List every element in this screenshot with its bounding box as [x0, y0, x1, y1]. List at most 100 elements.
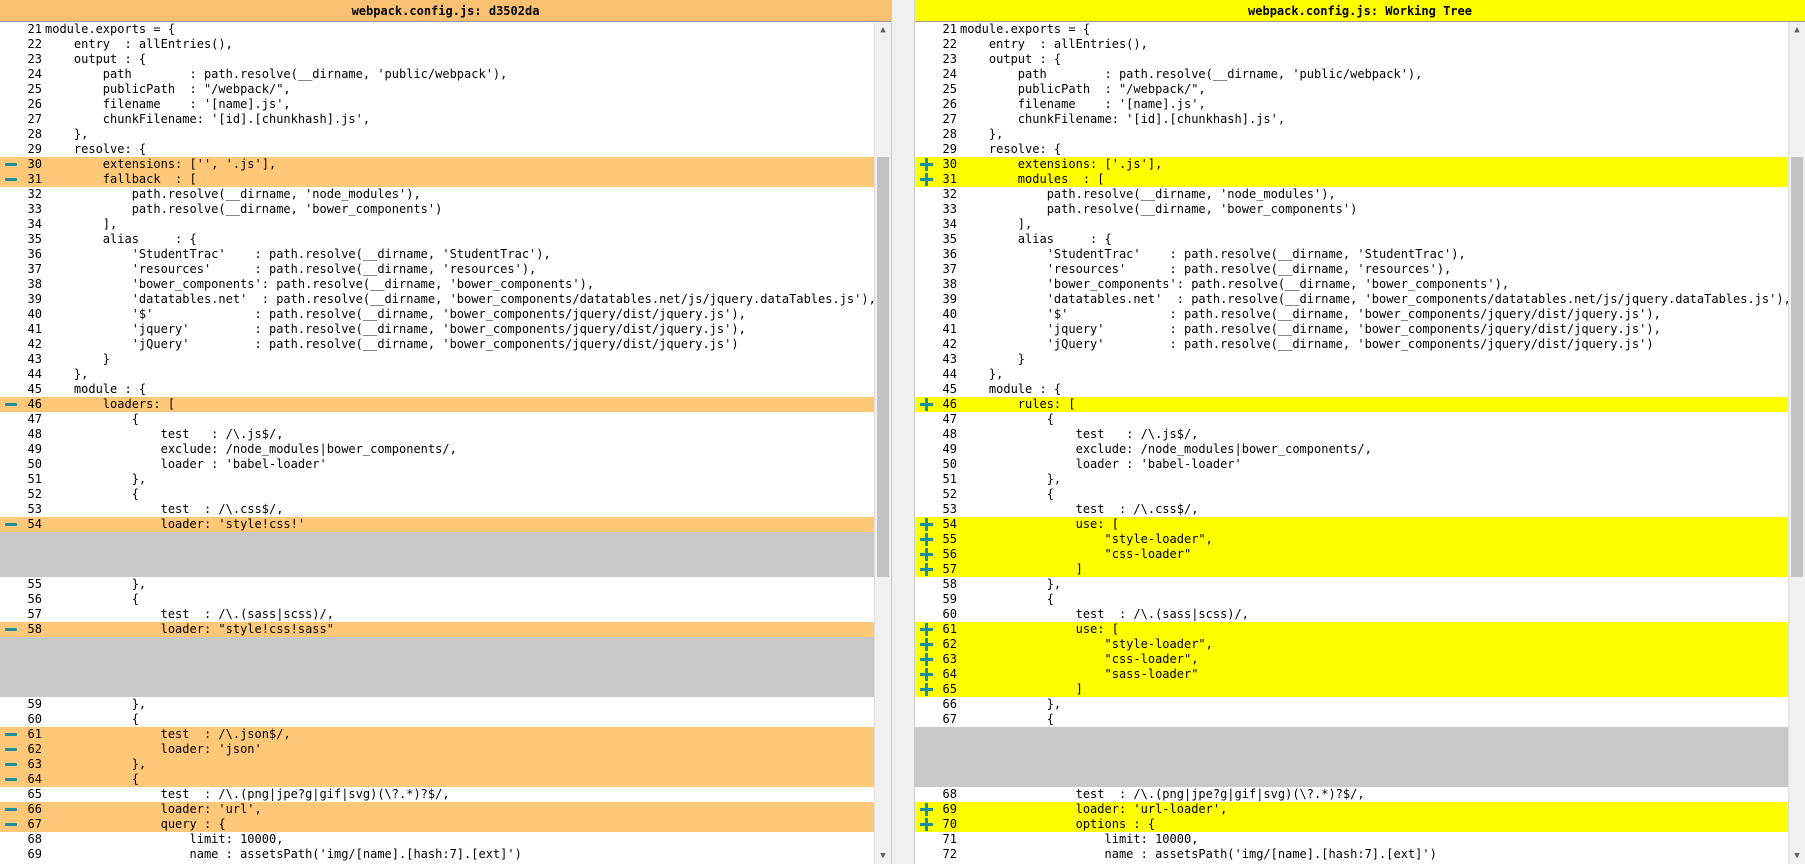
- scroll-down-arrow-icon[interactable]: ▼: [875, 848, 891, 864]
- code-line[interactable]: 26 filename : '[name].js',: [915, 97, 1805, 112]
- diff-filler-row[interactable]: [0, 682, 891, 697]
- diff-filler-row[interactable]: [915, 727, 1805, 742]
- code-line[interactable]: 46 loaders: [: [0, 397, 891, 412]
- code-line[interactable]: 55 "style-loader",: [915, 532, 1805, 547]
- code-line[interactable]: 28 },: [0, 127, 891, 142]
- code-line[interactable]: 63 },: [0, 757, 891, 772]
- code-line[interactable]: 65 ]: [915, 682, 1805, 697]
- diff-filler-row[interactable]: [0, 547, 891, 562]
- code-line[interactable]: 67 {: [915, 712, 1805, 727]
- diff-filler-row[interactable]: [0, 532, 891, 547]
- code-line[interactable]: 62 "style-loader",: [915, 637, 1805, 652]
- code-line[interactable]: 28 },: [915, 127, 1805, 142]
- code-line[interactable]: 21 module.exports = {: [915, 22, 1805, 37]
- code-line[interactable]: 56 "css-loader": [915, 547, 1805, 562]
- code-line[interactable]: 42 'jQuery' : path.resolve(__dirname, 'b…: [915, 337, 1805, 352]
- code-line[interactable]: 68 limit: 10000,: [0, 832, 891, 847]
- code-line[interactable]: 58 },: [915, 577, 1805, 592]
- code-line[interactable]: 27 chunkFilename: '[id].[chunkhash].js',: [915, 112, 1805, 127]
- code-line[interactable]: 23 output : {: [0, 52, 891, 67]
- scroll-up-arrow-icon[interactable]: ▲: [875, 22, 891, 38]
- code-line[interactable]: 45 module : {: [0, 382, 891, 397]
- code-line[interactable]: 29 resolve: {: [915, 142, 1805, 157]
- left-scrollbar-thumb[interactable]: [877, 157, 889, 577]
- code-line[interactable]: 53 test : /\.css$/,: [0, 502, 891, 517]
- code-line[interactable]: 57 ]: [915, 562, 1805, 577]
- code-line[interactable]: 61 test : /\.json$/,: [0, 727, 891, 742]
- code-line[interactable]: 53 test : /\.css$/,: [915, 502, 1805, 517]
- code-line[interactable]: 22 entry : allEntries(),: [915, 37, 1805, 52]
- code-line[interactable]: 26 filename : '[name].js',: [0, 97, 891, 112]
- code-line[interactable]: 36 'StudentTrac' : path.resolve(__dirnam…: [915, 247, 1805, 262]
- code-line[interactable]: 30 extensions: ['', '.js'],: [0, 157, 891, 172]
- code-line[interactable]: 25 publicPath : "/webpack/",: [915, 82, 1805, 97]
- code-line[interactable]: 66 loader: 'url',: [0, 802, 891, 817]
- code-line[interactable]: 21 module.exports = {: [0, 22, 891, 37]
- code-line[interactable]: 61 use: [: [915, 622, 1805, 637]
- code-line[interactable]: 31 modules : [: [915, 172, 1805, 187]
- diff-filler-row[interactable]: [915, 757, 1805, 772]
- code-line[interactable]: 69 loader: 'url-loader',: [915, 802, 1805, 817]
- code-line[interactable]: 24 path : path.resolve(__dirname, 'publi…: [0, 67, 891, 82]
- code-line[interactable]: 43 }: [915, 352, 1805, 367]
- code-line[interactable]: 33 path.resolve(__dirname, 'bower_compon…: [0, 202, 891, 217]
- code-line[interactable]: 43 }: [0, 352, 891, 367]
- code-line[interactable]: 63 "css-loader",: [915, 652, 1805, 667]
- code-line[interactable]: 29 resolve: {: [0, 142, 891, 157]
- code-line[interactable]: 62 loader: 'json': [0, 742, 891, 757]
- diff-filler-row[interactable]: [0, 562, 891, 577]
- code-line[interactable]: 38 'bower_components': path.resolve(__di…: [915, 277, 1805, 292]
- code-line[interactable]: 23 output : {: [915, 52, 1805, 67]
- code-line[interactable]: 36 'StudentTrac' : path.resolve(__dirnam…: [0, 247, 891, 262]
- code-line[interactable]: 60 {: [0, 712, 891, 727]
- code-line[interactable]: 25 publicPath : "/webpack/",: [0, 82, 891, 97]
- code-line[interactable]: 70 options : {: [915, 817, 1805, 832]
- code-line[interactable]: 22 entry : allEntries(),: [0, 37, 891, 52]
- left-diff-pane[interactable]: webpack.config.js: d3502da 21 module.expo…: [0, 0, 891, 864]
- code-line[interactable]: 31 fallback : [: [0, 172, 891, 187]
- scroll-up-arrow-icon[interactable]: ▲: [1789, 22, 1805, 38]
- code-line[interactable]: 34 ],: [915, 217, 1805, 232]
- code-line[interactable]: 57 test : /\.(sass|scss)/,: [0, 607, 891, 622]
- code-line[interactable]: 71 limit: 10000,: [915, 832, 1805, 847]
- code-line[interactable]: 41 'jquery' : path.resolve(__dirname, 'b…: [915, 322, 1805, 337]
- code-line[interactable]: 40 '$' : path.resolve(__dirname, 'bower_…: [0, 307, 891, 322]
- code-line[interactable]: 30 extensions: ['.js'],: [915, 157, 1805, 172]
- code-line[interactable]: 54 use: [: [915, 517, 1805, 532]
- code-line[interactable]: 35 alias : {: [915, 232, 1805, 247]
- code-line[interactable]: 45 module : {: [915, 382, 1805, 397]
- code-line[interactable]: 48 test : /\.js$/,: [915, 427, 1805, 442]
- code-line[interactable]: 50 loader : 'babel-loader': [0, 457, 891, 472]
- code-line[interactable]: 39 'datatables.net' : path.resolve(__dir…: [0, 292, 891, 307]
- diff-filler-row[interactable]: [0, 652, 891, 667]
- diff-filler-row[interactable]: [915, 742, 1805, 757]
- code-line[interactable]: 47 {: [0, 412, 891, 427]
- code-line[interactable]: 47 {: [915, 412, 1805, 427]
- code-line[interactable]: 41 'jquery' : path.resolve(__dirname, 'b…: [0, 322, 891, 337]
- code-line[interactable]: 58 loader: "style!css!sass": [0, 622, 891, 637]
- code-line[interactable]: 48 test : /\.js$/,: [0, 427, 891, 442]
- code-line[interactable]: 65 test : /\.(png|jpe?g|gif|svg)(\?.*)?$…: [0, 787, 891, 802]
- code-line[interactable]: 60 test : /\.(sass|scss)/,: [915, 607, 1805, 622]
- right-vertical-scrollbar[interactable]: ▲ ▼: [1788, 22, 1805, 864]
- code-line[interactable]: 35 alias : {: [0, 232, 891, 247]
- code-line[interactable]: 56 {: [0, 592, 891, 607]
- code-line[interactable]: 50 loader : 'babel-loader': [915, 457, 1805, 472]
- code-line[interactable]: 38 'bower_components': path.resolve(__di…: [0, 277, 891, 292]
- code-line[interactable]: 37 'resources' : path.resolve(__dirname,…: [0, 262, 891, 277]
- code-line[interactable]: 51 },: [0, 472, 891, 487]
- left-code-lines[interactable]: 21 module.exports = {22 entry : allEntrie…: [0, 22, 891, 862]
- code-line[interactable]: 59 {: [915, 592, 1805, 607]
- code-line[interactable]: 49 exclude: /node_modules|bower_componen…: [0, 442, 891, 457]
- code-line[interactable]: 24 path : path.resolve(__dirname, 'publi…: [915, 67, 1805, 82]
- code-line[interactable]: 40 '$' : path.resolve(__dirname, 'bower_…: [915, 307, 1805, 322]
- diff-filler-row[interactable]: [0, 637, 891, 652]
- right-scrollbar-thumb[interactable]: [1791, 157, 1803, 577]
- code-line[interactable]: 32 path.resolve(__dirname, 'node_modules…: [0, 187, 891, 202]
- code-line[interactable]: 68 test : /\.(png|jpe?g|gif|svg)(\?.*)?$…: [915, 787, 1805, 802]
- code-line[interactable]: 72 name : assetsPath('img/[name].[hash:7…: [915, 847, 1805, 862]
- code-line[interactable]: 46 rules: [: [915, 397, 1805, 412]
- diff-filler-row[interactable]: [915, 772, 1805, 787]
- pane-divider[interactable]: [891, 0, 915, 864]
- code-line[interactable]: 27 chunkFilename: '[id].[chunkhash].js',: [0, 112, 891, 127]
